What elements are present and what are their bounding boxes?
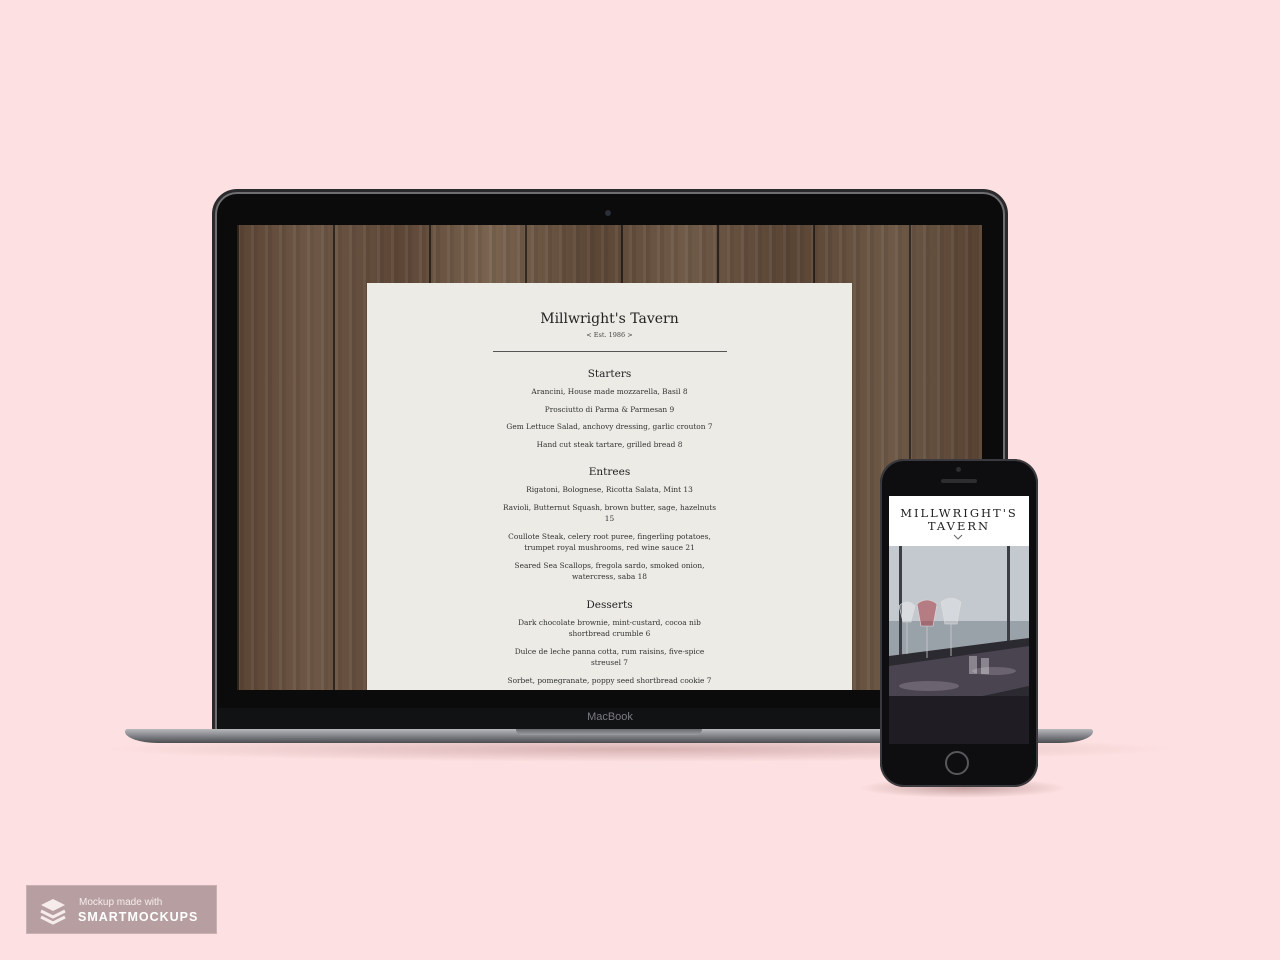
camera-icon — [605, 210, 611, 216]
menu-item: Prosciutto di Parma & Parmesan 9 — [544, 404, 675, 414]
section-heading: Desserts — [586, 598, 633, 611]
laptop-notch — [516, 729, 702, 735]
menu-item: Dulce de leche panna cotta, rum raisins,… — [514, 646, 705, 668]
badge-caption: Mockup made with — [79, 897, 163, 908]
home-button[interactable] — [945, 751, 969, 775]
phone-header: MILLWRIGHT'S TAVERN — [889, 496, 1029, 546]
front-camera-icon — [956, 467, 961, 472]
brand-label: MacBook — [587, 711, 633, 723]
section-heading: Starters — [587, 368, 632, 380]
menu-item: Gem Lettuce Salad, anchovy dressing, gar… — [506, 422, 713, 431]
menu-item: Seared Sea Scallops, fregola sardo, smok… — [514, 560, 705, 582]
menu-section-starters: Starters Arancini, House made mozzarella… — [367, 368, 852, 450]
menu-card: Millwright's Tavern < Est. 1986 > Starte… — [367, 283, 852, 690]
menu-item: Dark chocolate brownie, mint-custard, co… — [518, 617, 701, 639]
chevron-down-icon[interactable] — [953, 532, 963, 542]
menu-item: Sorbet, pomegranate, poppy seed shortbre… — [507, 675, 712, 685]
badge-brand: SMARTMOCKUPS — [78, 910, 199, 924]
divider — [492, 351, 727, 352]
menu-item: Arancini, House made mozzarella, Basil 8 — [531, 387, 688, 396]
phone-site-title: MILLWRIGHT'S TAVERN — [889, 507, 1029, 533]
smartmockups-badge[interactable]: Mockup made with SMARTMOCKUPS — [26, 885, 217, 934]
menu-item: Rigatoni, Bolognese, Ricotta Salata, Min… — [526, 485, 693, 494]
speaker-icon — [941, 479, 977, 483]
menu-section-entrees: Entrees Rigatoni, Bolognese, Ricotta Sal… — [367, 466, 852, 583]
menu-item: Coullote Steak, celery root puree, finge… — [508, 531, 711, 553]
laptop-screen: Millwright's Tavern < Est. 1986 > Starte… — [237, 225, 982, 690]
established-label: < Est. 1986 > — [586, 331, 633, 339]
menu-item: Hand cut steak tartare, grilled bread 8 — [536, 439, 683, 449]
restaurant-photo — [889, 546, 1029, 744]
layers-icon — [40, 899, 66, 925]
page-title: Millwright's Tavern — [540, 311, 679, 327]
menu-item: Ravioli, Butternut Squash, brown butter,… — [502, 502, 717, 524]
section-heading: Entrees — [588, 466, 631, 478]
phone-screen: MILLWRIGHT'S TAVERN — [889, 496, 1029, 744]
menu-section-desserts: Desserts Dark chocolate brownie, mint-cu… — [367, 599, 852, 687]
